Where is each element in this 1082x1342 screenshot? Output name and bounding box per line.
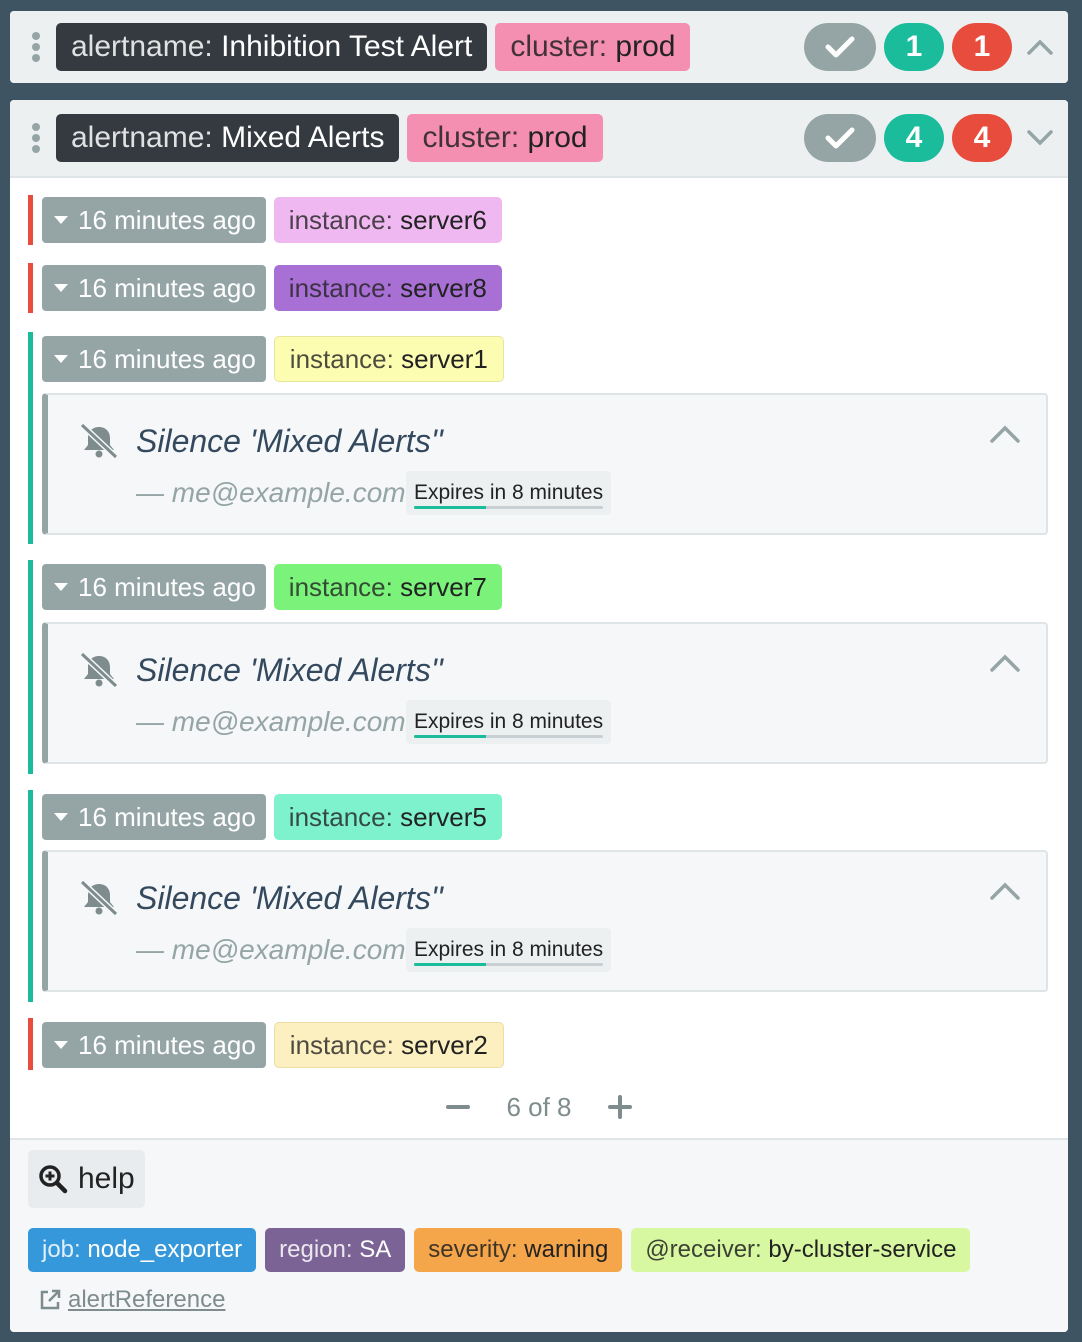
alert-menu-button[interactable]: 16 minutes ago — [42, 197, 266, 243]
instance-label[interactable]: instance: server1 — [273, 336, 504, 382]
group-footer: help job: node_exporter region: SA sever… — [10, 1138, 1068, 1332]
label-receiver[interactable]: @receiver: by-cluster-service — [631, 1228, 971, 1272]
alert-menu-button[interactable]: 16 minutes ago — [42, 1022, 266, 1068]
bell-slash-icon — [79, 652, 119, 688]
silence-author: — me@example.com — [136, 934, 406, 965]
alert-row: 16 minutes ago instance: server1 Silence… — [28, 332, 1048, 544]
silence-expiry-badge: Expires in 8 minutes — [406, 700, 612, 744]
group-label-cluster[interactable]: cluster: prod — [495, 23, 691, 71]
caret-down-icon — [54, 284, 68, 292]
chevron-down-icon — [1027, 130, 1053, 146]
alert-reference-link[interactable]: alertReference — [38, 1286, 225, 1314]
alert-row: 16 minutes ago instance: server2 — [28, 1018, 1048, 1070]
group-header: alertname: Inhibition Test Alert cluster… — [10, 11, 1068, 83]
silence-progress-bar — [414, 963, 604, 966]
alert-menu-button[interactable]: 16 minutes ago — [42, 564, 266, 610]
group-label-cluster[interactable]: cluster: prod — [407, 114, 603, 162]
alert-row: 16 minutes ago instance: server8 — [28, 263, 1048, 313]
caret-down-icon — [54, 813, 68, 821]
alert-row: 16 minutes ago instance: server6 — [28, 195, 1048, 245]
expand-button[interactable] — [1024, 122, 1056, 154]
suppressed-state-bar — [28, 790, 33, 1002]
alert-menu-button[interactable]: 16 minutes ago — [42, 794, 266, 840]
search-plus-icon — [39, 1165, 68, 1194]
chevron-up-icon — [1027, 39, 1053, 55]
group-label-alertname[interactable]: alertname: Inhibition Test Alert — [56, 23, 488, 71]
silence-card: Silence 'Mixed Alerts'' — me@example.com… — [42, 850, 1048, 992]
group-label-alertname[interactable]: alertname: Mixed Alerts — [56, 114, 400, 162]
show-more-button[interactable] — [606, 1093, 634, 1121]
show-fewer-button[interactable] — [444, 1093, 472, 1121]
drag-handle-icon[interactable] — [26, 123, 46, 153]
label-severity[interactable]: severity: warning — [414, 1228, 623, 1272]
firing-state-bar — [28, 263, 33, 313]
silence-title: Silence 'Mixed Alerts'' — [136, 880, 444, 916]
firing-state-bar — [28, 195, 33, 245]
alert-group-inhibition: alertname: Inhibition Test Alert cluster… — [10, 11, 1068, 83]
suppressed-state-bar — [28, 560, 33, 774]
silence-expiry-badge: Expires in 8 minutes — [406, 928, 612, 972]
active-count-badge[interactable]: 4 — [884, 114, 944, 162]
silence-progress-bar — [414, 735, 604, 738]
chevron-up-icon[interactable] — [990, 425, 1020, 443]
silence-title: Silence 'Mixed Alerts'' — [136, 652, 444, 688]
suppressed-state-bar — [28, 332, 33, 544]
active-count-badge[interactable]: 1 — [884, 23, 944, 71]
group-actions: 1 1 — [804, 23, 1056, 71]
group-actions: 4 4 — [804, 114, 1056, 162]
label-job[interactable]: job: node_exporter — [28, 1228, 257, 1272]
silence-progress-bar — [414, 506, 604, 509]
silence-expiry-badge: Expires in 8 minutes — [406, 471, 612, 515]
acknowledge-button[interactable] — [804, 114, 876, 162]
pager-count: 6 of 8 — [506, 1091, 572, 1122]
alert-row: 16 minutes ago instance: server5 Silence… — [28, 790, 1048, 1002]
external-link-icon — [40, 1289, 61, 1310]
instance-label[interactable]: instance: server2 — [273, 1022, 504, 1068]
caret-down-icon — [54, 216, 68, 224]
drag-handle-icon[interactable] — [26, 32, 46, 62]
silence-author: — me@example.com — [136, 477, 406, 508]
alert-group-mixed: alertname: Mixed Alerts cluster: prod 4 … — [10, 100, 1068, 1332]
caret-down-icon — [54, 583, 68, 591]
silence-card: Silence 'Mixed Alerts'' — me@example.com… — [42, 393, 1048, 535]
shared-labels: job: node_exporter region: SA severity: … — [28, 1228, 971, 1272]
alert-pager: 6 of 8 — [10, 1087, 1068, 1127]
firing-state-bar — [28, 1018, 33, 1070]
instance-label[interactable]: instance: server7 — [273, 564, 502, 610]
firing-count-badge[interactable]: 1 — [952, 23, 1012, 71]
acknowledge-button[interactable] — [804, 23, 876, 71]
silence-author: — me@example.com — [136, 706, 406, 737]
chevron-up-icon[interactable] — [990, 882, 1020, 900]
caret-down-icon — [54, 1041, 68, 1049]
alert-row: 16 minutes ago instance: server7 Silence… — [28, 560, 1048, 774]
group-header: alertname: Mixed Alerts cluster: prod 4 … — [10, 100, 1068, 178]
chevron-up-icon[interactable] — [990, 654, 1020, 672]
instance-label[interactable]: instance: server6 — [273, 197, 502, 243]
silence-title: Silence 'Mixed Alerts'' — [136, 423, 444, 459]
collapse-button[interactable] — [1024, 31, 1056, 63]
help-button[interactable]: help — [28, 1150, 145, 1208]
instance-label[interactable]: instance: server5 — [273, 794, 502, 840]
silence-card: Silence 'Mixed Alerts'' — me@example.com… — [42, 622, 1048, 764]
label-region[interactable]: region: SA — [265, 1228, 406, 1272]
bell-slash-icon — [79, 423, 119, 459]
firing-count-badge[interactable]: 4 — [952, 114, 1012, 162]
bell-slash-icon — [79, 880, 119, 916]
check-icon — [825, 36, 855, 58]
instance-label[interactable]: instance: server8 — [273, 265, 502, 311]
check-icon — [825, 127, 855, 149]
alert-menu-button[interactable]: 16 minutes ago — [42, 265, 266, 311]
alert-menu-button[interactable]: 16 minutes ago — [42, 336, 266, 382]
caret-down-icon — [54, 355, 68, 363]
